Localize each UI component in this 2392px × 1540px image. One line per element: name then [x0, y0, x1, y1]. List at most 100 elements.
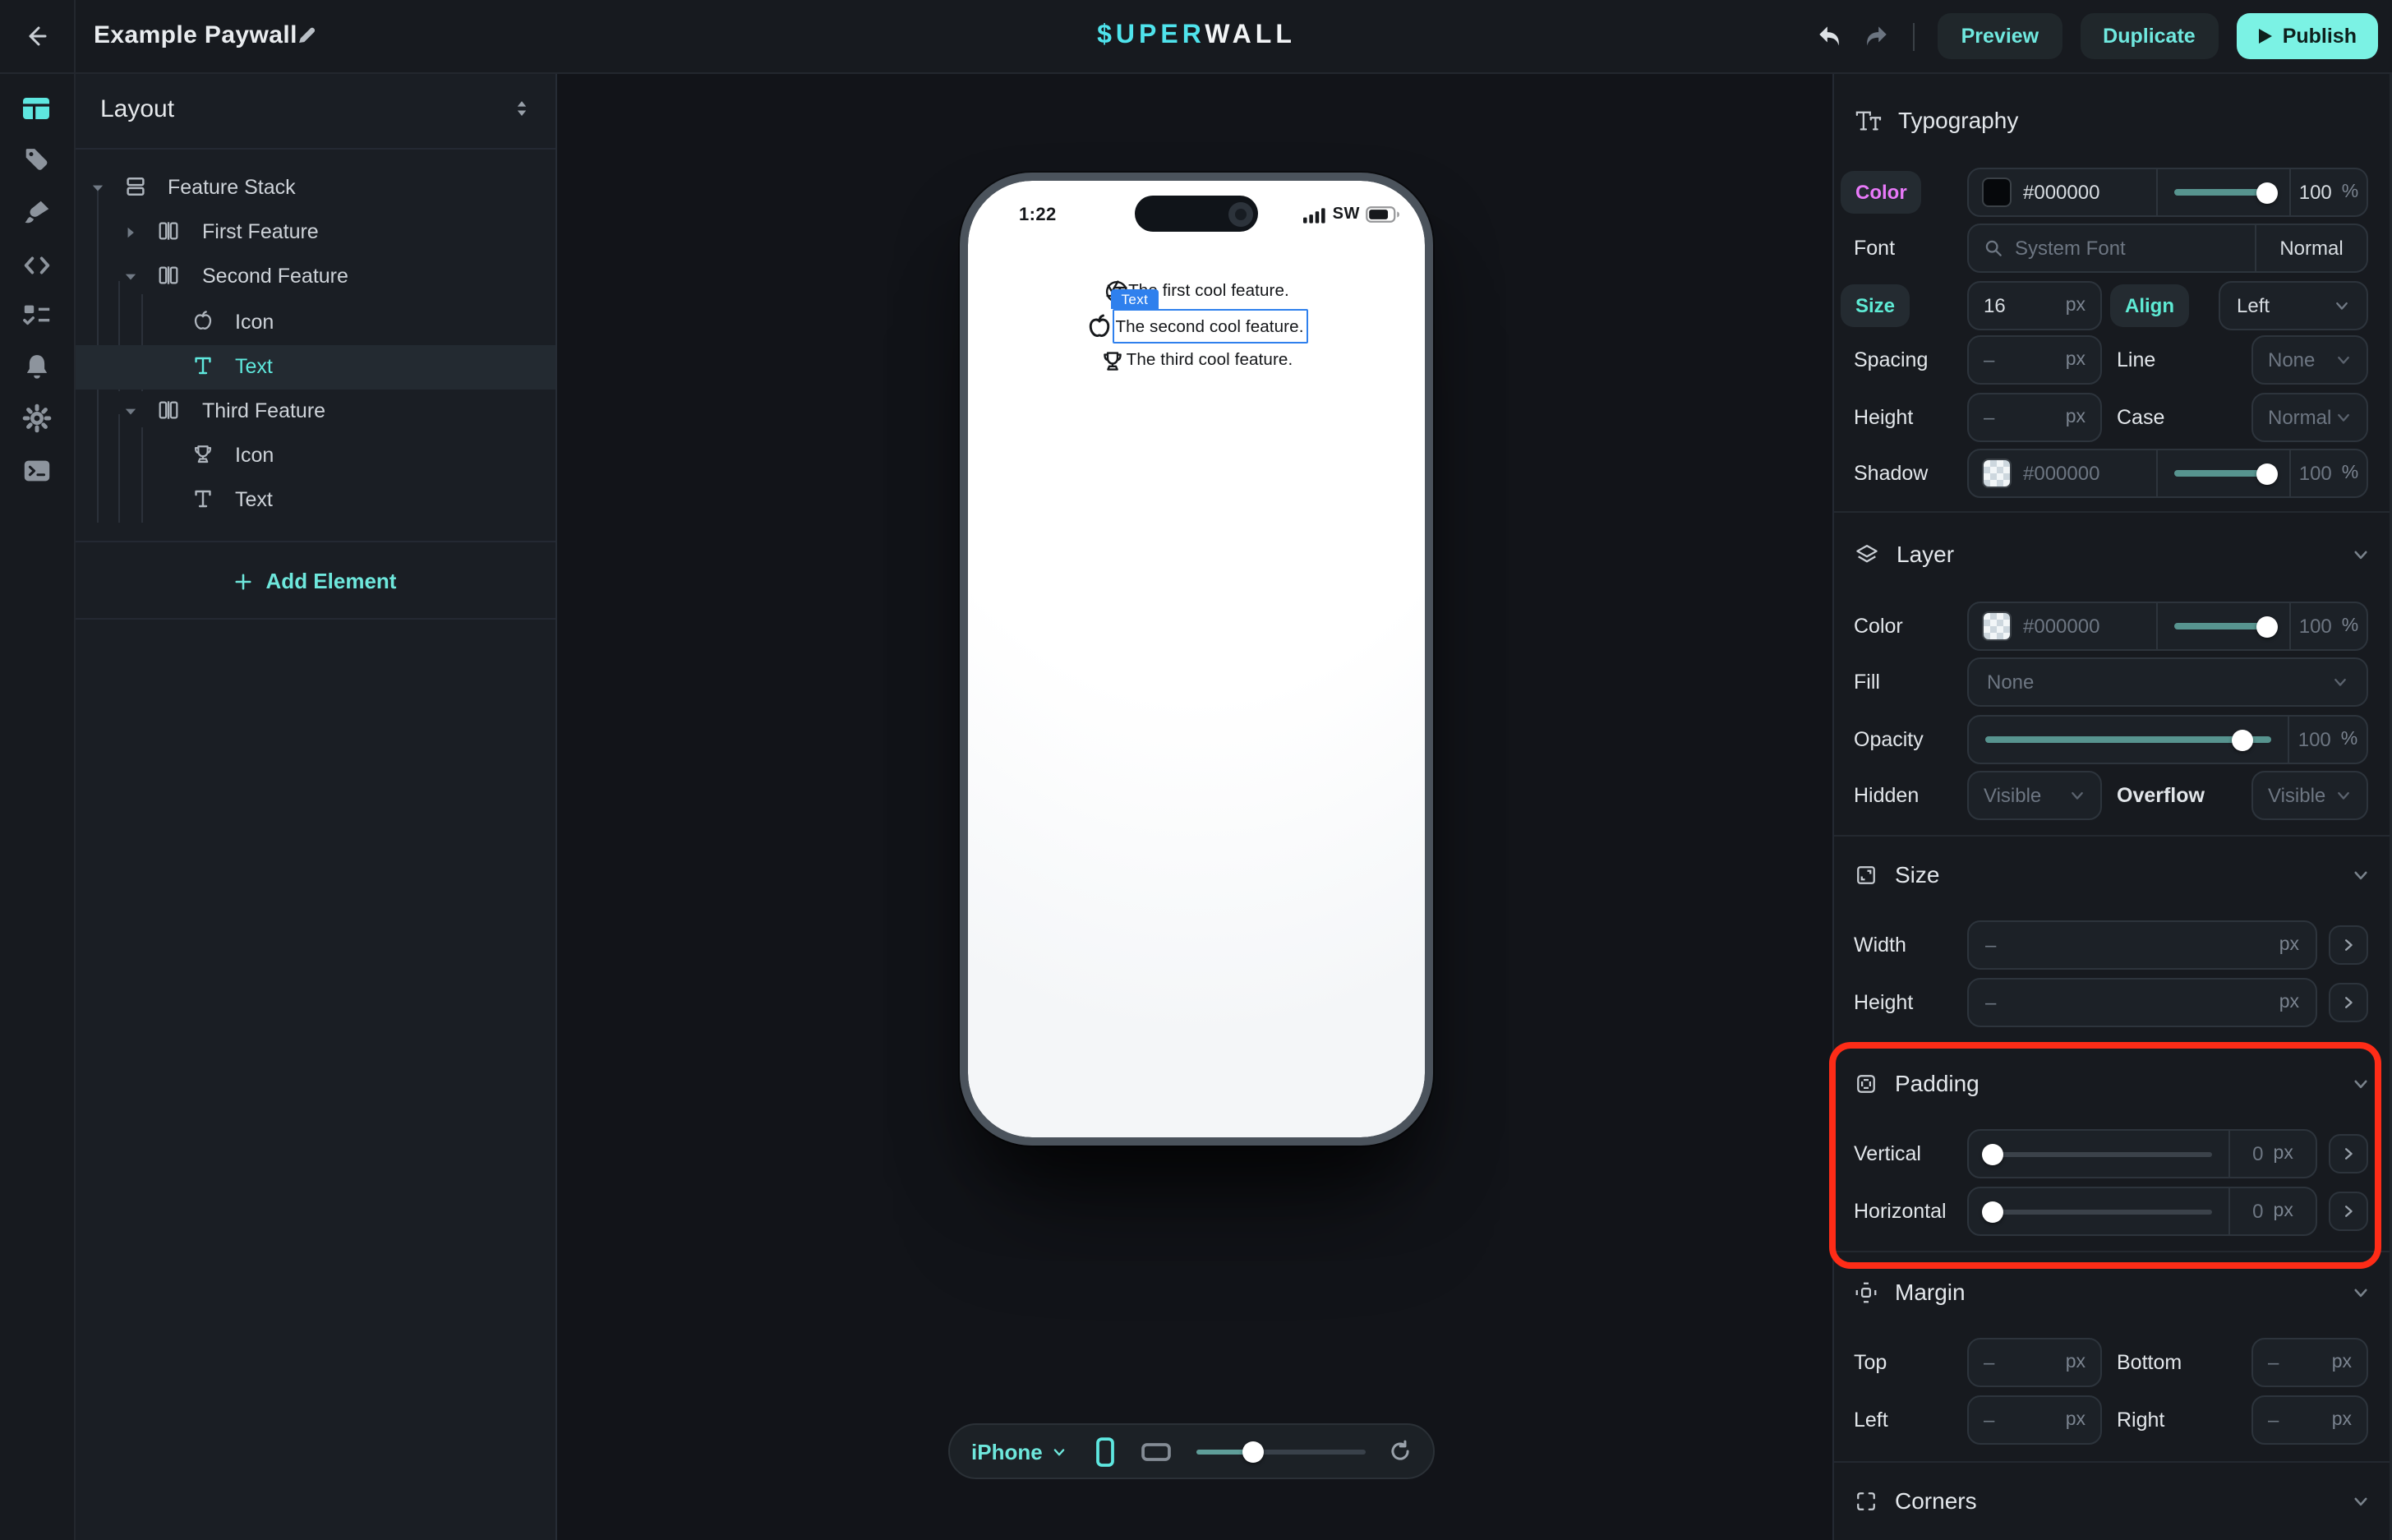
- slider-knob[interactable]: [1982, 1201, 2003, 1222]
- divider: [74, 541, 555, 542]
- terminal-icon[interactable]: [20, 454, 53, 486]
- chevron-down-icon[interactable]: [2352, 546, 2370, 564]
- tree-row-feature-stack[interactable]: Feature Stack: [74, 166, 555, 210]
- sort-icon[interactable]: [511, 97, 532, 120]
- fill-select[interactable]: None: [1967, 657, 2368, 707]
- tree-row-icon[interactable]: Icon: [74, 434, 555, 478]
- checklist-icon[interactable]: [20, 297, 53, 330]
- slider-knob[interactable]: [2256, 463, 2278, 484]
- gear-icon[interactable]: [20, 401, 53, 434]
- spacing-input[interactable]: – px: [1967, 335, 2102, 385]
- layer-color-input[interactable]: #000000 100 %: [1967, 602, 2368, 651]
- section-title: Layer: [1897, 541, 1954, 567]
- code-icon[interactable]: [20, 248, 53, 281]
- opacity-slider[interactable]: [2158, 169, 2289, 215]
- caret-down-icon[interactable]: [122, 403, 140, 421]
- tree-row-text[interactable]: Text: [74, 478, 555, 523]
- chevron-down-icon[interactable]: [2352, 1284, 2370, 1302]
- preview-button[interactable]: Preview: [1938, 13, 2062, 59]
- landscape-mode-button[interactable]: [1141, 1439, 1173, 1464]
- typography-section-header[interactable]: Typography: [1854, 104, 2018, 136]
- columns-icon: [156, 263, 182, 289]
- corners-section-header[interactable]: Corners: [1854, 1484, 1977, 1517]
- margin-left-input[interactable]: – px: [1967, 1395, 2102, 1445]
- tree-row-icon[interactable]: Icon: [74, 301, 555, 345]
- slider-knob[interactable]: [2256, 616, 2278, 637]
- text-color-input[interactable]: #000000 100 %: [1967, 168, 2368, 217]
- device-selector[interactable]: iPhone: [971, 1439, 1067, 1464]
- tag-icon[interactable]: [20, 143, 53, 176]
- refresh-button[interactable]: [1389, 1440, 1412, 1463]
- caret-down-icon[interactable]: [89, 179, 107, 197]
- shadow-color-swatch[interactable]: [1982, 459, 2012, 488]
- zoom-slider-knob[interactable]: [1243, 1441, 1265, 1462]
- tree-row-third-feature[interactable]: Third Feature: [74, 390, 555, 434]
- layer-opacity-slider[interactable]: [2158, 603, 2289, 649]
- shadow-input[interactable]: #000000 100 %: [1967, 449, 2368, 498]
- paintbrush-icon[interactable]: [20, 196, 53, 228]
- layer-section-header[interactable]: Layer: [1854, 537, 1954, 570]
- align-select[interactable]: Left: [2219, 281, 2368, 330]
- font-size-input[interactable]: 16 px: [1967, 281, 2102, 330]
- padding-horizontal-input[interactable]: 0 px: [1967, 1187, 2317, 1236]
- padding-vertical-input[interactable]: 0 px: [1967, 1129, 2317, 1178]
- overflow-select[interactable]: Visible: [2251, 771, 2368, 820]
- height-expand-button[interactable]: [2329, 983, 2368, 1022]
- chevron-down-icon[interactable]: [2352, 866, 2370, 884]
- margin-bottom-input[interactable]: – px: [2251, 1338, 2368, 1387]
- tree-row-first-feature[interactable]: First Feature: [74, 210, 555, 255]
- add-element-button[interactable]: Add Element: [74, 559, 555, 603]
- color-hex-value[interactable]: #000000: [2023, 181, 2099, 204]
- layout-grid-icon[interactable]: [20, 92, 53, 125]
- case-select[interactable]: Normal: [2251, 393, 2368, 442]
- tree-row-text-selected[interactable]: Text: [74, 345, 555, 390]
- shadow-opacity-slider[interactable]: [2158, 450, 2289, 496]
- padding-horizontal-expand-button[interactable]: [2329, 1192, 2368, 1231]
- undo-button[interactable]: [1817, 23, 1845, 49]
- hidden-select[interactable]: Visible: [1967, 771, 2102, 820]
- chevron-down-icon[interactable]: [2352, 1075, 2370, 1093]
- slider-knob[interactable]: [2231, 729, 2252, 750]
- margin-right-input[interactable]: – px: [2251, 1395, 2368, 1445]
- margin-section-header[interactable]: Margin: [1854, 1275, 1966, 1308]
- divider: [1834, 511, 2392, 513]
- publish-button[interactable]: Publish: [2237, 13, 2378, 59]
- logo-accent: $UPER: [1097, 21, 1205, 49]
- size-section-header[interactable]: Size: [1854, 858, 1939, 891]
- font-size-pill[interactable]: Size: [1841, 284, 1910, 327]
- bell-icon[interactable]: [20, 350, 53, 383]
- slider-knob[interactable]: [1982, 1143, 2003, 1164]
- opacity-value[interactable]: 100: [2299, 181, 2332, 204]
- line-select[interactable]: None: [2251, 335, 2368, 385]
- line-height-input[interactable]: – px: [1967, 393, 2102, 442]
- height-input[interactable]: – px: [1967, 978, 2317, 1027]
- padding-vertical-slider[interactable]: [1969, 1131, 2228, 1177]
- align-pill[interactable]: Align: [2110, 284, 2189, 327]
- slider-knob[interactable]: [2256, 182, 2278, 203]
- redo-button[interactable]: [1863, 23, 1891, 49]
- caret-right-icon[interactable]: [122, 224, 140, 242]
- padding-section-header[interactable]: Padding: [1854, 1067, 1980, 1100]
- width-input[interactable]: – px: [1967, 920, 2317, 970]
- caret-down-icon[interactable]: [122, 268, 140, 286]
- zoom-slider[interactable]: [1197, 1441, 1366, 1462]
- font-weight-select[interactable]: Normal: [2256, 225, 2367, 271]
- color-swatch[interactable]: [1982, 178, 2012, 207]
- layer-hex-value[interactable]: #000000: [2023, 615, 2099, 638]
- chevron-down-icon[interactable]: [2352, 1492, 2370, 1510]
- tree-row-second-feature[interactable]: Second Feature: [74, 255, 555, 299]
- corners-icon: [1854, 1488, 1878, 1513]
- text-color-pill[interactable]: Color: [1841, 171, 1922, 214]
- width-expand-button[interactable]: [2329, 925, 2368, 965]
- duplicate-button[interactable]: Duplicate: [2080, 13, 2219, 59]
- margin-top-input[interactable]: – px: [1967, 1338, 2102, 1387]
- font-input[interactable]: System Font Normal: [1967, 224, 2368, 273]
- portrait-mode-button[interactable]: [1094, 1436, 1118, 1467]
- layer-color-swatch[interactable]: [1982, 611, 2012, 641]
- padding-horizontal-slider[interactable]: [1969, 1188, 2228, 1234]
- opacity-main-slider[interactable]: [1969, 717, 2288, 763]
- divider: [1834, 1251, 2392, 1252]
- layer-opacity-input[interactable]: 100 %: [1967, 715, 2368, 764]
- padding-vertical-expand-button[interactable]: [2329, 1134, 2368, 1173]
- shadow-hex-value[interactable]: #000000: [2023, 462, 2099, 485]
